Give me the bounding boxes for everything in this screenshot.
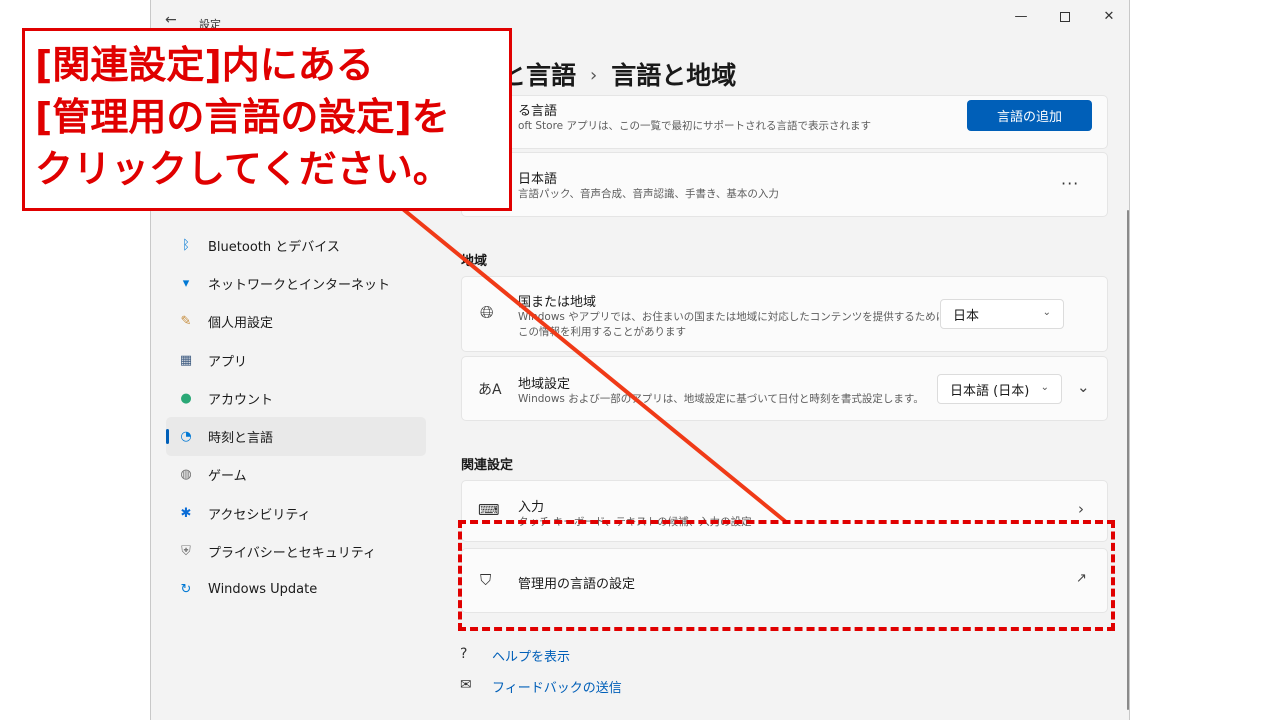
instruction-callout: [関連設定]内にある [管理用の言語の設定]を クリックしてください。	[22, 28, 512, 211]
callout-line-2: [管理用の言語の設定]を	[35, 95, 450, 139]
callout-line-3: クリックしてください。	[35, 147, 451, 191]
callout-line-1: [関連設定]内にある	[35, 43, 374, 87]
highlight-dashed-box	[458, 520, 1115, 631]
annotation-pointer-line	[402, 208, 788, 524]
